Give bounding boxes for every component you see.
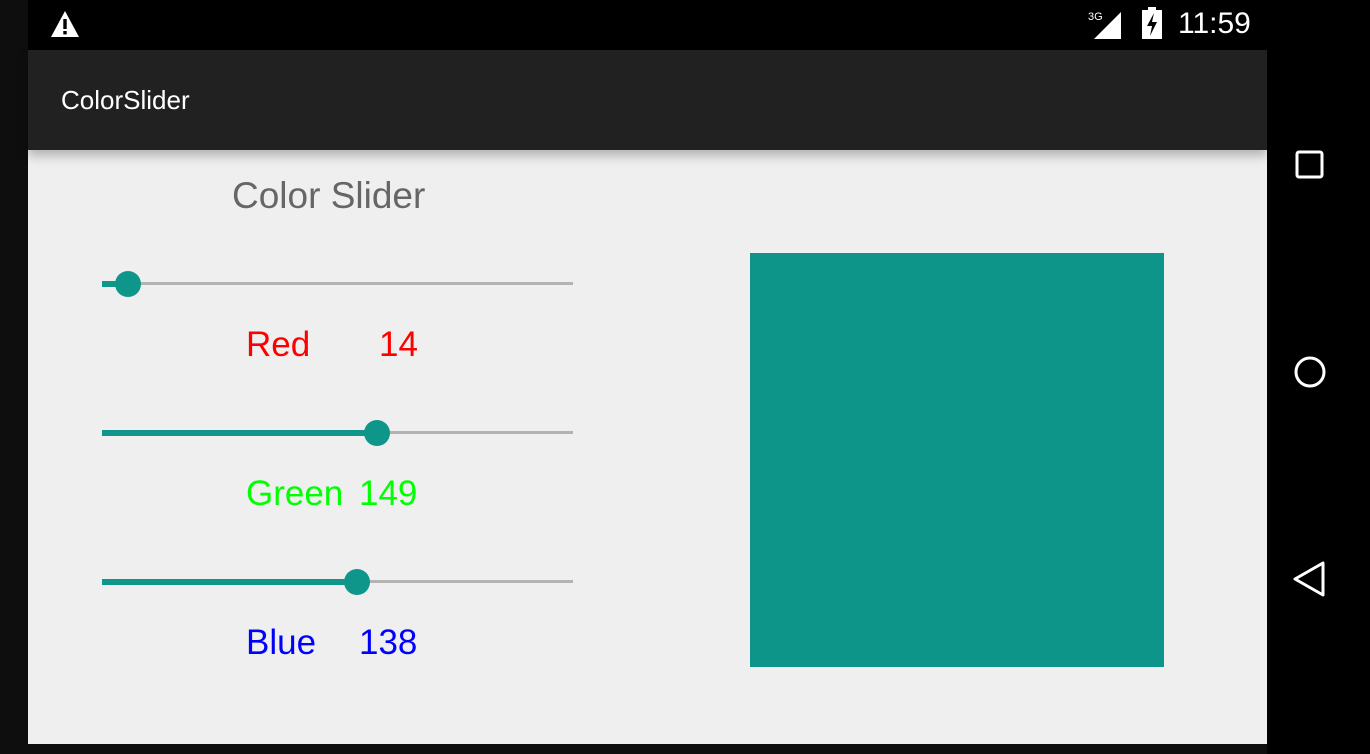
red-slider[interactable] (102, 269, 573, 299)
blue-slider[interactable] (102, 567, 573, 597)
signal-3g-icon: 3G (1088, 11, 1121, 39)
blue-value: 138 (359, 623, 418, 662)
status-time: 11:59 (1178, 7, 1251, 40)
green-label: Green (246, 474, 344, 513)
slider-thumb[interactable] (364, 420, 391, 446)
red-label-row: Red 14 (246, 325, 418, 365)
color-preview-swatch (750, 253, 1164, 667)
blue-label: Blue (246, 623, 317, 662)
slider-fill (102, 579, 357, 585)
slider-track (102, 282, 573, 285)
green-value: 149 (359, 474, 418, 513)
slider-thumb[interactable] (343, 569, 370, 595)
recents-square-icon[interactable] (1289, 145, 1329, 185)
slider-thumb[interactable] (114, 271, 141, 297)
green-slider[interactable] (102, 418, 573, 448)
app-title: ColorSlider (61, 85, 190, 115)
home-circle-icon[interactable] (1289, 352, 1329, 392)
status-bar: 3G 11:59 (28, 0, 1267, 50)
warning-icon (51, 11, 79, 37)
green-label-row: Green 149 (246, 474, 417, 514)
action-bar: ColorSlider (28, 50, 1267, 150)
back-triangle-icon[interactable] (1289, 559, 1329, 599)
battery-charging-icon (1142, 7, 1162, 39)
red-label: Red (246, 325, 311, 364)
page-heading: Color Slider (232, 175, 426, 216)
svg-text:3G: 3G (1088, 11, 1103, 23)
slider-fill (102, 430, 378, 436)
red-value: 14 (379, 325, 418, 364)
blue-label-row: Blue 138 (246, 623, 417, 663)
navigation-bar (1267, 0, 1370, 754)
